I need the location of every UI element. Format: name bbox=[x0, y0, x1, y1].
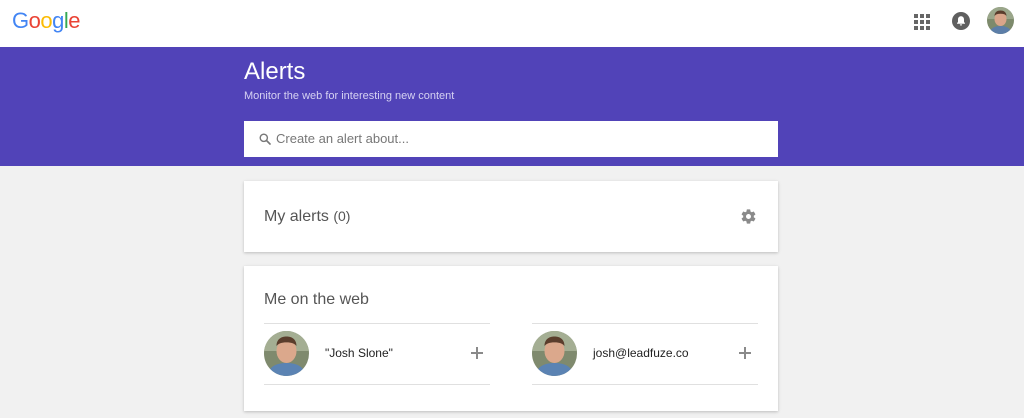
search-icon bbox=[259, 133, 271, 145]
account-avatar[interactable] bbox=[987, 7, 1014, 34]
my-alerts-card: My alerts (0) bbox=[244, 181, 778, 252]
logo-letter: e bbox=[68, 8, 81, 33]
logo-letter: o bbox=[40, 8, 53, 33]
suggestion-item[interactable]: josh@leadfuze.co bbox=[532, 323, 758, 385]
suggestion-label: "Josh Slone" bbox=[325, 346, 393, 360]
me-on-the-web-title: Me on the web bbox=[264, 291, 369, 308]
suggestion-label: josh@leadfuze.co bbox=[593, 346, 689, 360]
notifications-icon[interactable] bbox=[952, 12, 970, 30]
google-logo[interactable]: Google bbox=[12, 8, 81, 33]
page-subtitle: Monitor the web for interesting new cont… bbox=[244, 90, 455, 102]
top-bar: Google bbox=[0, 0, 1024, 47]
search-input[interactable] bbox=[276, 121, 766, 157]
avatar bbox=[264, 331, 309, 376]
my-alerts-title: My alerts (0) bbox=[264, 206, 350, 227]
apps-icon[interactable] bbox=[914, 14, 930, 30]
alerts-count: (0) bbox=[333, 208, 351, 224]
logo-letter: o bbox=[28, 8, 41, 33]
suggestion-item[interactable]: "Josh Slone" bbox=[264, 323, 490, 385]
logo-letter: G bbox=[12, 8, 29, 33]
my-alerts-label: My alerts bbox=[264, 208, 329, 225]
search-box[interactable] bbox=[244, 121, 778, 157]
plus-icon[interactable] bbox=[470, 346, 484, 360]
me-on-the-web-card: Me on the web "Josh Slone" josh@leadfuze… bbox=[244, 266, 778, 411]
page-title: Alerts bbox=[244, 58, 306, 85]
avatar bbox=[532, 331, 577, 376]
gear-icon[interactable] bbox=[740, 208, 757, 225]
logo-letter: g bbox=[52, 8, 64, 33]
plus-icon[interactable] bbox=[738, 346, 752, 360]
